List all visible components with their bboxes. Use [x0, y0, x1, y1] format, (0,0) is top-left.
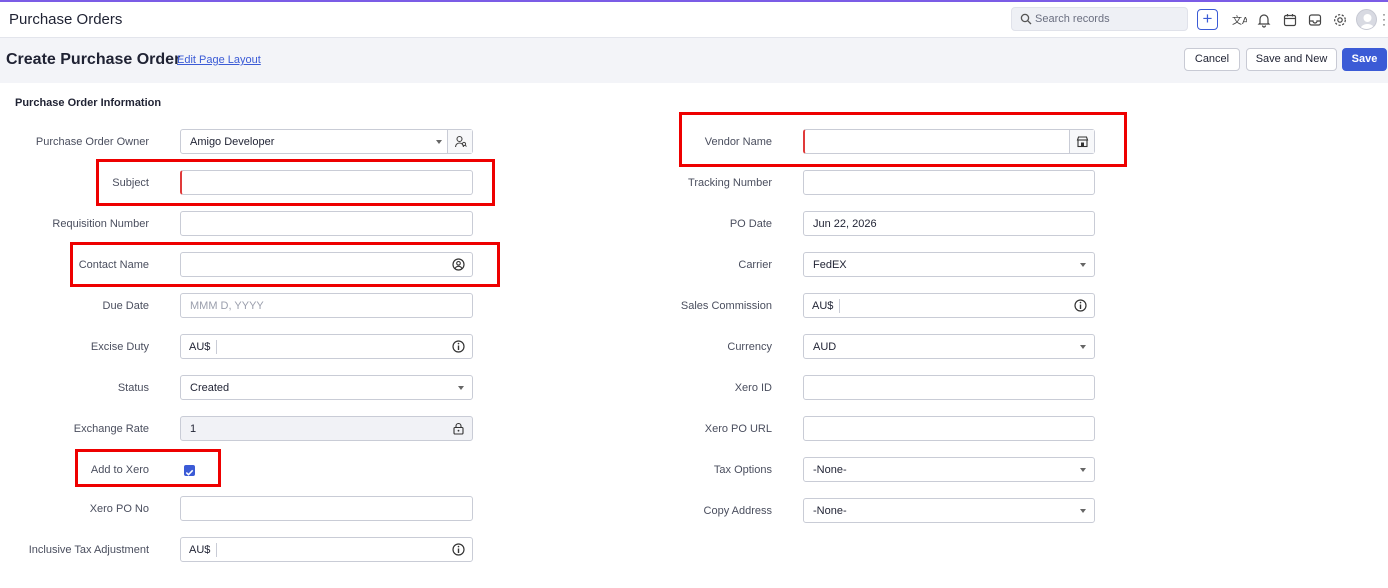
add-to-xero-label: Add to Xero — [90, 464, 149, 476]
chevron-down-icon — [458, 386, 464, 390]
chevron-down-icon — [436, 140, 442, 144]
save-and-new-button[interactable]: Save and New — [1246, 48, 1337, 71]
avatar[interactable] — [1356, 9, 1377, 30]
owner-value: Amigo Developer — [190, 136, 275, 148]
status-select[interactable]: Created — [180, 375, 473, 400]
currency-select[interactable]: AUD — [803, 334, 1095, 359]
contact-field[interactable] — [180, 252, 473, 277]
chevron-down-icon — [1080, 509, 1086, 513]
tax-adjustment-field[interactable]: AU$ — [180, 537, 473, 562]
currency-prefix: AU$ — [812, 300, 834, 312]
tax-adjustment-label: Inclusive Tax Adjustment — [28, 544, 149, 556]
excise-label: Excise Duty — [90, 341, 149, 353]
page-header: Create Purchase Order Edit Page Layout C… — [0, 39, 1388, 82]
save-button[interactable]: Save — [1342, 48, 1387, 71]
chevron-down-icon — [1080, 263, 1086, 267]
add-to-xero-checkbox[interactable] — [184, 465, 195, 476]
divider — [216, 543, 217, 557]
carrier-value: FedEX — [813, 259, 847, 271]
po-date-value: Jun 22, 2026 — [813, 218, 877, 230]
app-title: Purchase Orders — [9, 11, 123, 28]
owner-label: Purchase Order Owner — [35, 136, 149, 148]
currency-value: AUD — [813, 341, 837, 353]
copy-address-select[interactable]: -None- — [803, 498, 1095, 523]
translate-icon[interactable]: 文A — [1231, 12, 1247, 28]
tracking-field[interactable] — [803, 170, 1095, 195]
copy-address-value: -None- — [813, 505, 847, 517]
chevron-down-icon — [1080, 468, 1086, 472]
copy-address-label: Copy Address — [703, 505, 772, 517]
exchange-value: 1 — [190, 423, 197, 435]
vendor-lookup-icon[interactable] — [1069, 130, 1094, 153]
vendor-field[interactable] — [803, 129, 1095, 154]
kebab-icon[interactable]: · · · — [1382, 8, 1386, 30]
info-icon[interactable] — [1074, 299, 1087, 312]
info-icon[interactable] — [452, 340, 465, 353]
xero-po-no-field[interactable] — [180, 496, 473, 521]
page-title: Create Purchase Order — [6, 51, 181, 68]
contact-label: Contact Name — [78, 259, 149, 271]
status-value: Created — [190, 382, 230, 394]
subject-field[interactable] — [180, 170, 473, 195]
plus-icon[interactable]: + — [1197, 9, 1218, 30]
tax-options-label: Tax Options — [713, 464, 772, 476]
po-date-field[interactable]: Jun 22, 2026 — [803, 211, 1095, 236]
exchange-rate-field: 1 — [180, 416, 473, 441]
currency-label: Currency — [727, 341, 772, 353]
due-date-label: Due Date — [102, 300, 149, 312]
bell-icon[interactable] — [1256, 12, 1272, 28]
carrier-select[interactable]: FedEX — [803, 252, 1095, 277]
tracking-label: Tracking Number — [688, 177, 772, 189]
user-lookup-icon[interactable] — [447, 130, 472, 153]
requisition-field[interactable] — [180, 211, 473, 236]
xero-id-field[interactable] — [803, 375, 1095, 400]
gear-icon[interactable] — [1332, 12, 1348, 28]
section-title: Purchase Order Information — [15, 97, 162, 109]
subject-label: Subject — [112, 177, 149, 189]
lock-icon — [453, 422, 464, 435]
chevron-down-icon — [1080, 345, 1086, 349]
owner-select[interactable]: Amigo Developer — [180, 129, 473, 154]
tax-options-value: -None- — [813, 464, 847, 476]
tax-options-select[interactable]: -None- — [803, 457, 1095, 482]
divider — [216, 340, 217, 354]
top-bar: Purchase Orders + 文A ··· — [0, 0, 1388, 38]
xero-url-label: Xero PO URL — [704, 423, 772, 435]
po-date-label: PO Date — [729, 218, 772, 230]
info-icon[interactable] — [452, 543, 465, 556]
search-box[interactable] — [1011, 7, 1188, 31]
contact-lookup-icon[interactable] — [452, 258, 465, 271]
xero-url-field[interactable] — [803, 416, 1095, 441]
vendor-label: Vendor Name — [704, 136, 772, 148]
search-input[interactable] — [1035, 10, 1183, 28]
carrier-label: Carrier — [738, 259, 772, 271]
currency-prefix: AU$ — [189, 544, 211, 556]
due-date-field[interactable]: MMM D, YYYY — [180, 293, 473, 318]
excise-field[interactable]: AU$ — [180, 334, 473, 359]
divider — [839, 299, 840, 313]
form-card: Purchase Order Information Purchase Orde… — [0, 83, 1388, 588]
check-icon — [185, 469, 194, 476]
currency-prefix: AU$ — [189, 341, 211, 353]
cancel-button[interactable]: Cancel — [1184, 48, 1240, 71]
exchange-label: Exchange Rate — [73, 423, 149, 435]
status-label: Status — [117, 382, 149, 394]
due-date-placeholder: MMM D, YYYY — [190, 300, 264, 312]
xero-po-no-label: Xero PO No — [89, 503, 149, 515]
svg-text:文A: 文A — [1232, 14, 1247, 27]
edit-page-layout-link[interactable]: Edit Page Layout — [177, 54, 261, 66]
requisition-label: Requisition Number — [52, 218, 149, 230]
xero-id-label: Xero ID — [734, 382, 772, 394]
commission-label: Sales Commission — [680, 300, 772, 312]
inbox-icon[interactable] — [1307, 12, 1323, 28]
commission-field[interactable]: AU$ — [803, 293, 1095, 318]
calendar-icon[interactable] — [1282, 12, 1298, 28]
search-icon — [1020, 13, 1032, 25]
